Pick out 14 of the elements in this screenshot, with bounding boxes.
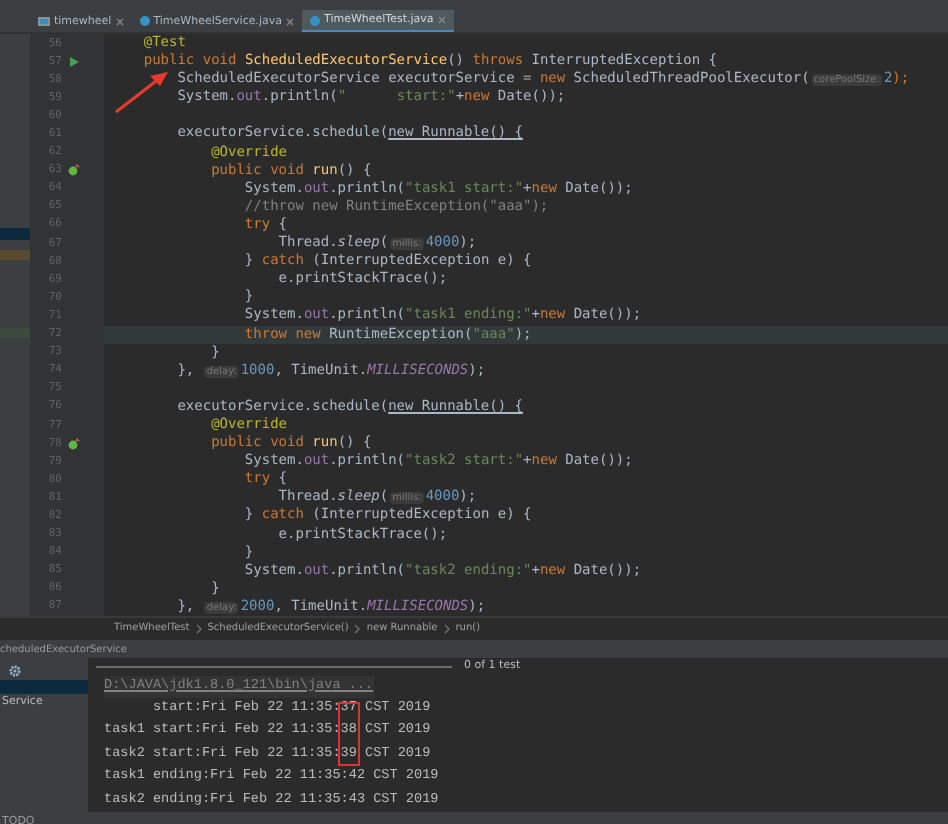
pointer-arrow <box>112 68 172 116</box>
close-icon[interactable] <box>437 16 446 24</box>
override-icon[interactable] <box>68 164 80 177</box>
class-icon <box>310 15 320 25</box>
close-icon[interactable] <box>115 17 124 25</box>
run-icon[interactable] <box>68 55 80 68</box>
folder-icon <box>38 16 50 26</box>
chevron-icon <box>195 623 202 633</box>
class-icon <box>139 16 150 26</box>
chevron-icon <box>443 623 450 633</box>
override-icon[interactable] <box>68 437 80 450</box>
close-icon[interactable] <box>286 17 294 25</box>
chevron-icon <box>354 623 361 633</box>
settings-icon[interactable] <box>8 664 22 678</box>
